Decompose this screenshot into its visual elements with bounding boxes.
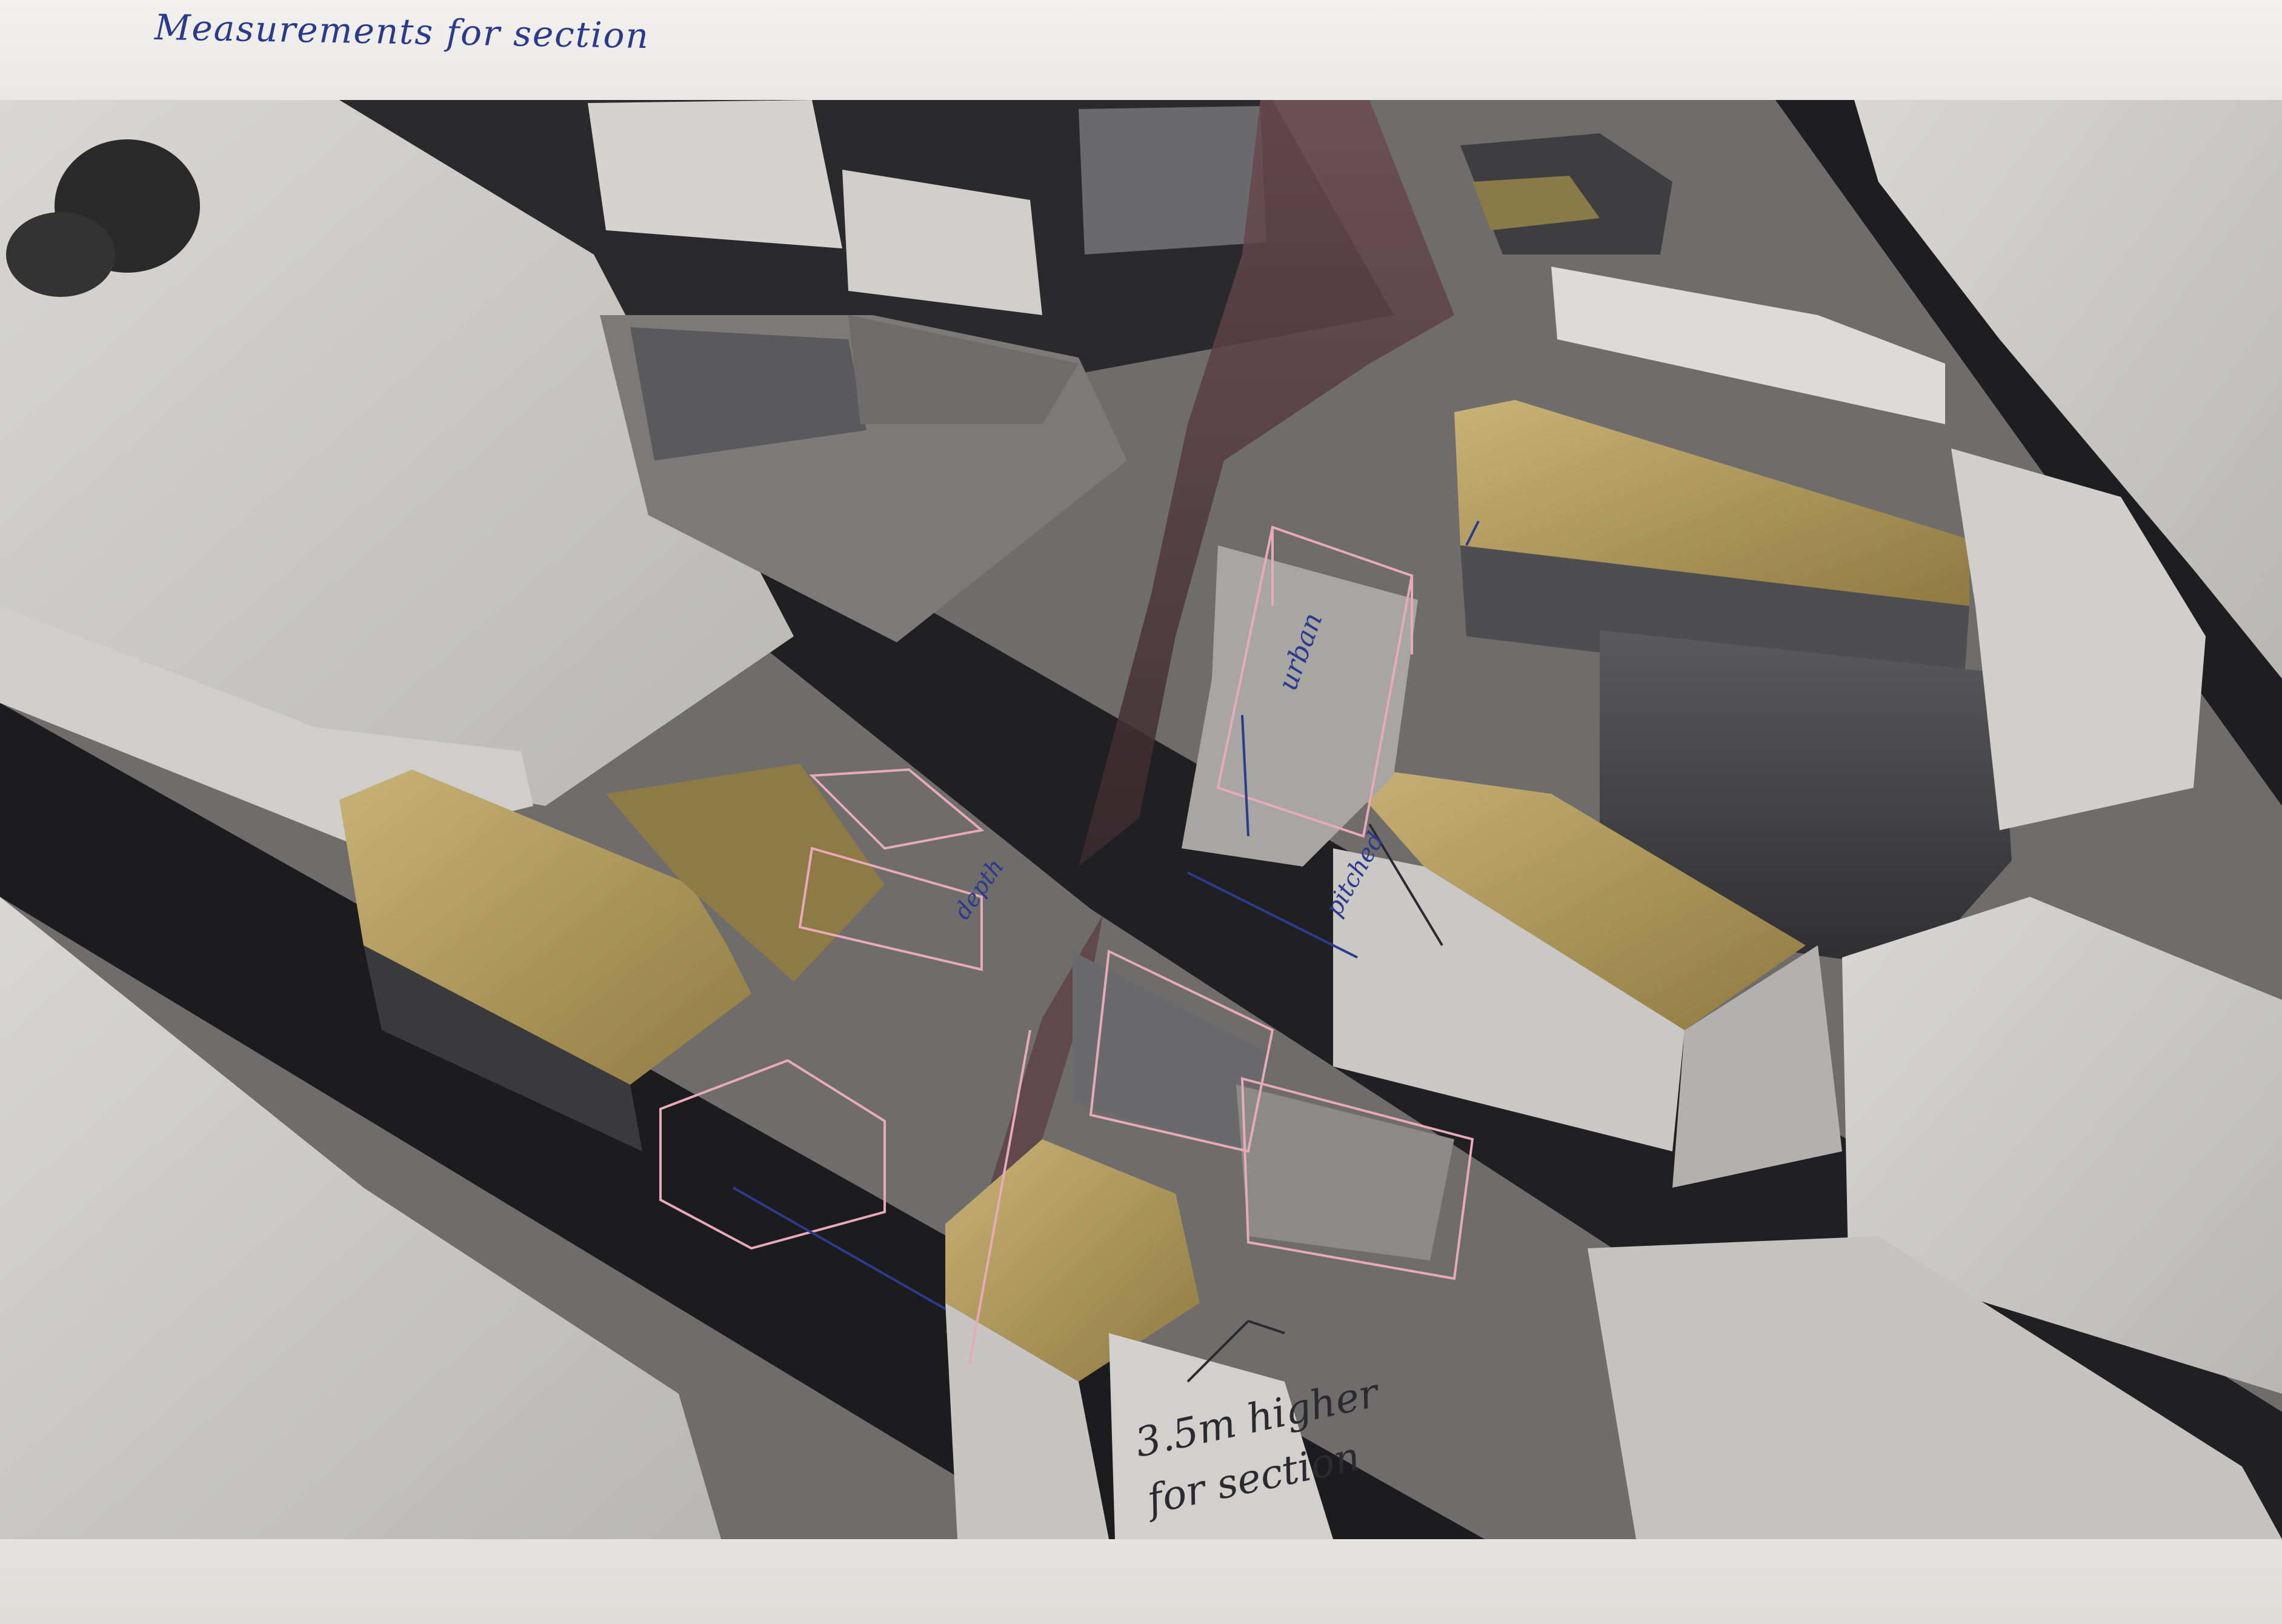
handwritten-title: Measurements for section [154, 6, 650, 57]
aerial-site-print [0, 100, 2282, 1539]
building-top-grey [1079, 106, 1266, 255]
tree-cluster [6, 212, 115, 297]
building-top-white [588, 100, 842, 248]
